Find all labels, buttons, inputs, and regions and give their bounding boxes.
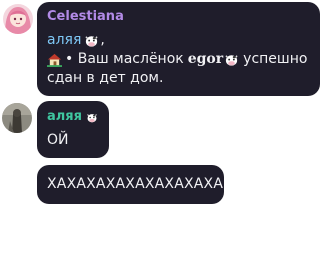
body-prefix: • Ваш маслёнок: [65, 51, 184, 67]
message-bubble-3[interactable]: ХАХАХАХАХАХАХАХАХА: [37, 165, 224, 204]
body-line-1: • Ваш маслёнок egor успешно: [47, 50, 310, 69]
house-emoji-icon: [47, 53, 62, 67]
avatar-alyaya[interactable]: [2, 103, 32, 133]
anime-girl-avatar-icon: [3, 4, 33, 34]
sender-name[interactable]: аляя: [47, 109, 82, 125]
message-bubble-1[interactable]: Celestiana аляя , • Ваш маслёнок egor ус…: [37, 2, 320, 96]
cow-emoji-icon: [85, 36, 98, 47]
avatar-celestiana[interactable]: [3, 4, 33, 34]
cow-emoji-icon: [225, 55, 238, 66]
message-bubble-2[interactable]: аляя ОЙ: [37, 101, 109, 158]
sender-name[interactable]: Celestiana: [47, 9, 310, 25]
message-text: ОЙ: [47, 132, 69, 148]
cow-emoji-icon: [87, 113, 97, 122]
chat-view: Celestiana аляя , • Ваш маслёнок egor ус…: [0, 0, 320, 254]
reply-line: аляя ,: [47, 31, 310, 50]
message-text-line: ОЙ: [47, 131, 99, 150]
body-suffix: успешно: [243, 51, 308, 67]
body-line-2-text: сдан в дет дом.: [47, 70, 164, 86]
sender-line: аляя: [47, 109, 99, 125]
mention-user[interactable]: аляя: [47, 31, 81, 50]
body-line-2: сдан в дет дом.: [47, 69, 310, 88]
reply-suffix: ,: [100, 32, 105, 48]
dark-photo-avatar-icon: [2, 103, 32, 133]
message-text: ХАХАХАХАХАХАХАХАХА: [47, 176, 224, 192]
body-name: egor: [187, 51, 224, 67]
message-text-line: ХАХАХАХАХАХАХАХАХА: [47, 175, 223, 194]
